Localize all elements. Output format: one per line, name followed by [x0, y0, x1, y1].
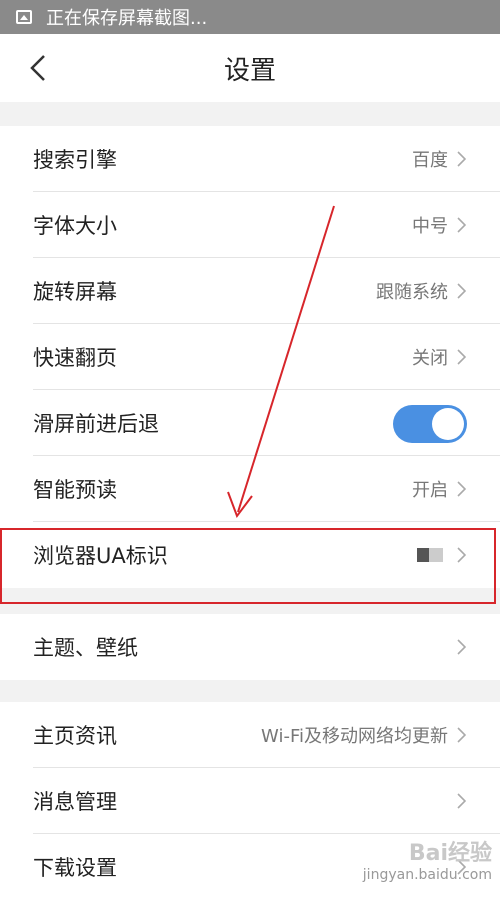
watermark-brand: Bai经验 [408, 841, 492, 866]
annotation-arrow [227, 205, 335, 519]
watermark: Bai经验 jingyan.baidu.com [363, 835, 492, 883]
watermark-url: jingyan.baidu.com [362, 867, 492, 883]
